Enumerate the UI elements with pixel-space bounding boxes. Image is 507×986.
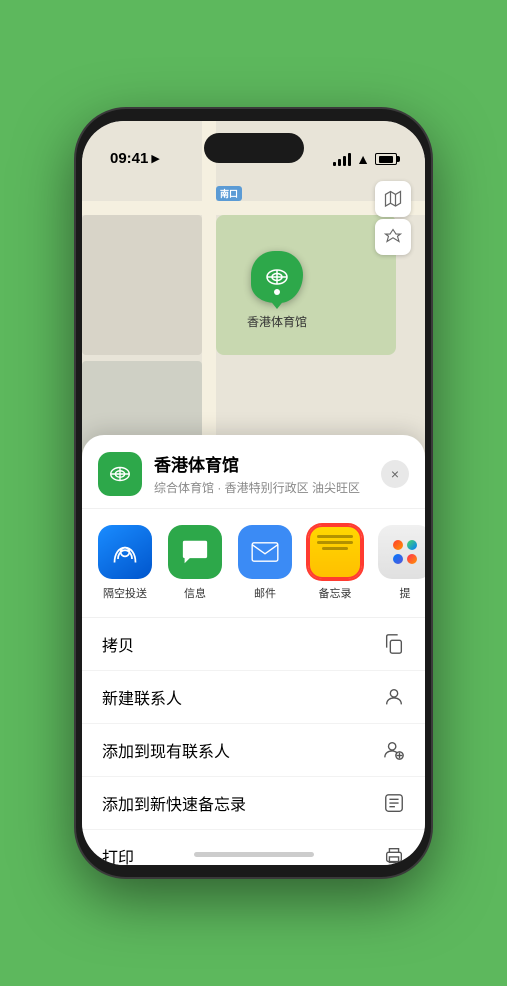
close-button[interactable]: × xyxy=(381,460,409,488)
dynamic-island xyxy=(204,133,304,163)
wifi-icon: ▲ xyxy=(356,151,370,167)
mail-icon xyxy=(238,525,292,579)
signal-bar-2 xyxy=(338,159,341,166)
map-controls xyxy=(375,181,411,255)
notes-line-1 xyxy=(317,535,353,538)
marker-dot xyxy=(274,289,280,295)
add-notes-icon xyxy=(383,792,405,814)
more-dot-2 xyxy=(407,540,417,550)
more-label: 提 xyxy=(400,585,411,601)
mail-label: 邮件 xyxy=(254,585,276,601)
print-label: 打印 xyxy=(102,844,134,865)
add-existing-label: 添加到现有联系人 xyxy=(102,738,230,762)
status-time: 09:41 xyxy=(110,150,148,167)
signal-bar-1 xyxy=(333,162,336,166)
map-road-horizontal xyxy=(82,201,425,215)
airdrop-label: 隔空投送 xyxy=(103,585,147,601)
map-block-1 xyxy=(82,215,202,355)
marker-label: 香港体育馆 xyxy=(247,313,307,330)
print-icon xyxy=(383,845,405,865)
action-add-notes[interactable]: 添加到新快速备忘录 xyxy=(82,777,425,830)
share-item-mail[interactable]: 邮件 xyxy=(234,525,296,601)
map-type-button[interactable] xyxy=(375,181,411,217)
home-indicator xyxy=(194,852,314,857)
venue-subtitle: 综合体育馆 · 香港特别行政区 油尖旺区 xyxy=(154,479,381,496)
share-item-notes[interactable]: 备忘录 xyxy=(304,525,366,601)
status-icons: ▲ xyxy=(333,151,397,167)
signal-bar-4 xyxy=(348,153,351,166)
share-item-airdrop[interactable]: 隔空投送 xyxy=(94,525,156,601)
add-notes-label: 添加到新快速备忘录 xyxy=(102,791,246,815)
action-list: 拷贝 新建联系人 添加到现有联系人 xyxy=(82,618,425,865)
road-badge: 南口 xyxy=(216,186,242,201)
map-road-label: 南口 xyxy=(216,186,242,201)
battery-icon xyxy=(375,153,397,165)
copy-icon xyxy=(383,633,405,655)
phone-screen: 09:41 ▶ ▲ xyxy=(82,121,425,865)
more-dot-4 xyxy=(407,554,417,564)
more-dot-1 xyxy=(393,540,403,550)
new-contact-label: 新建联系人 xyxy=(102,685,182,709)
action-new-contact[interactable]: 新建联系人 xyxy=(82,671,425,724)
airdrop-icon xyxy=(98,525,152,579)
message-icon xyxy=(168,525,222,579)
notes-line-2 xyxy=(317,541,353,544)
signal-bars xyxy=(333,153,351,166)
phone-frame: 09:41 ▶ ▲ xyxy=(76,109,431,877)
new-contact-icon xyxy=(383,686,405,708)
notes-label: 备忘录 xyxy=(319,585,352,601)
venue-name: 香港体育馆 xyxy=(154,451,381,476)
venue-info: 香港体育馆 综合体育馆 · 香港特别行政区 油尖旺区 xyxy=(154,451,381,496)
share-item-more[interactable]: 提 xyxy=(374,525,425,601)
action-add-existing[interactable]: 添加到现有联系人 xyxy=(82,724,425,777)
action-copy[interactable]: 拷贝 xyxy=(82,618,425,671)
stadium-marker[interactable]: 香港体育馆 xyxy=(247,251,307,330)
location-button[interactable] xyxy=(375,219,411,255)
notes-line-3 xyxy=(322,547,348,550)
notes-icon xyxy=(308,525,362,579)
location-icon: ▶ xyxy=(151,152,159,165)
share-row: 隔空投送 信息 xyxy=(82,509,425,618)
marker-circle xyxy=(251,251,303,303)
sheet-header: 香港体育馆 综合体育馆 · 香港特别行政区 油尖旺区 × xyxy=(82,435,425,509)
add-existing-icon xyxy=(383,739,405,761)
action-print[interactable]: 打印 xyxy=(82,830,425,865)
signal-bar-3 xyxy=(343,156,346,166)
venue-icon xyxy=(98,452,142,496)
bottom-sheet: 香港体育馆 综合体育馆 · 香港特别行政区 油尖旺区 × 隔空投送 xyxy=(82,435,425,865)
copy-label: 拷贝 xyxy=(102,632,134,656)
more-dot-3 xyxy=(393,554,403,564)
message-label: 信息 xyxy=(184,585,206,601)
more-icon xyxy=(378,525,425,579)
share-item-message[interactable]: 信息 xyxy=(164,525,226,601)
